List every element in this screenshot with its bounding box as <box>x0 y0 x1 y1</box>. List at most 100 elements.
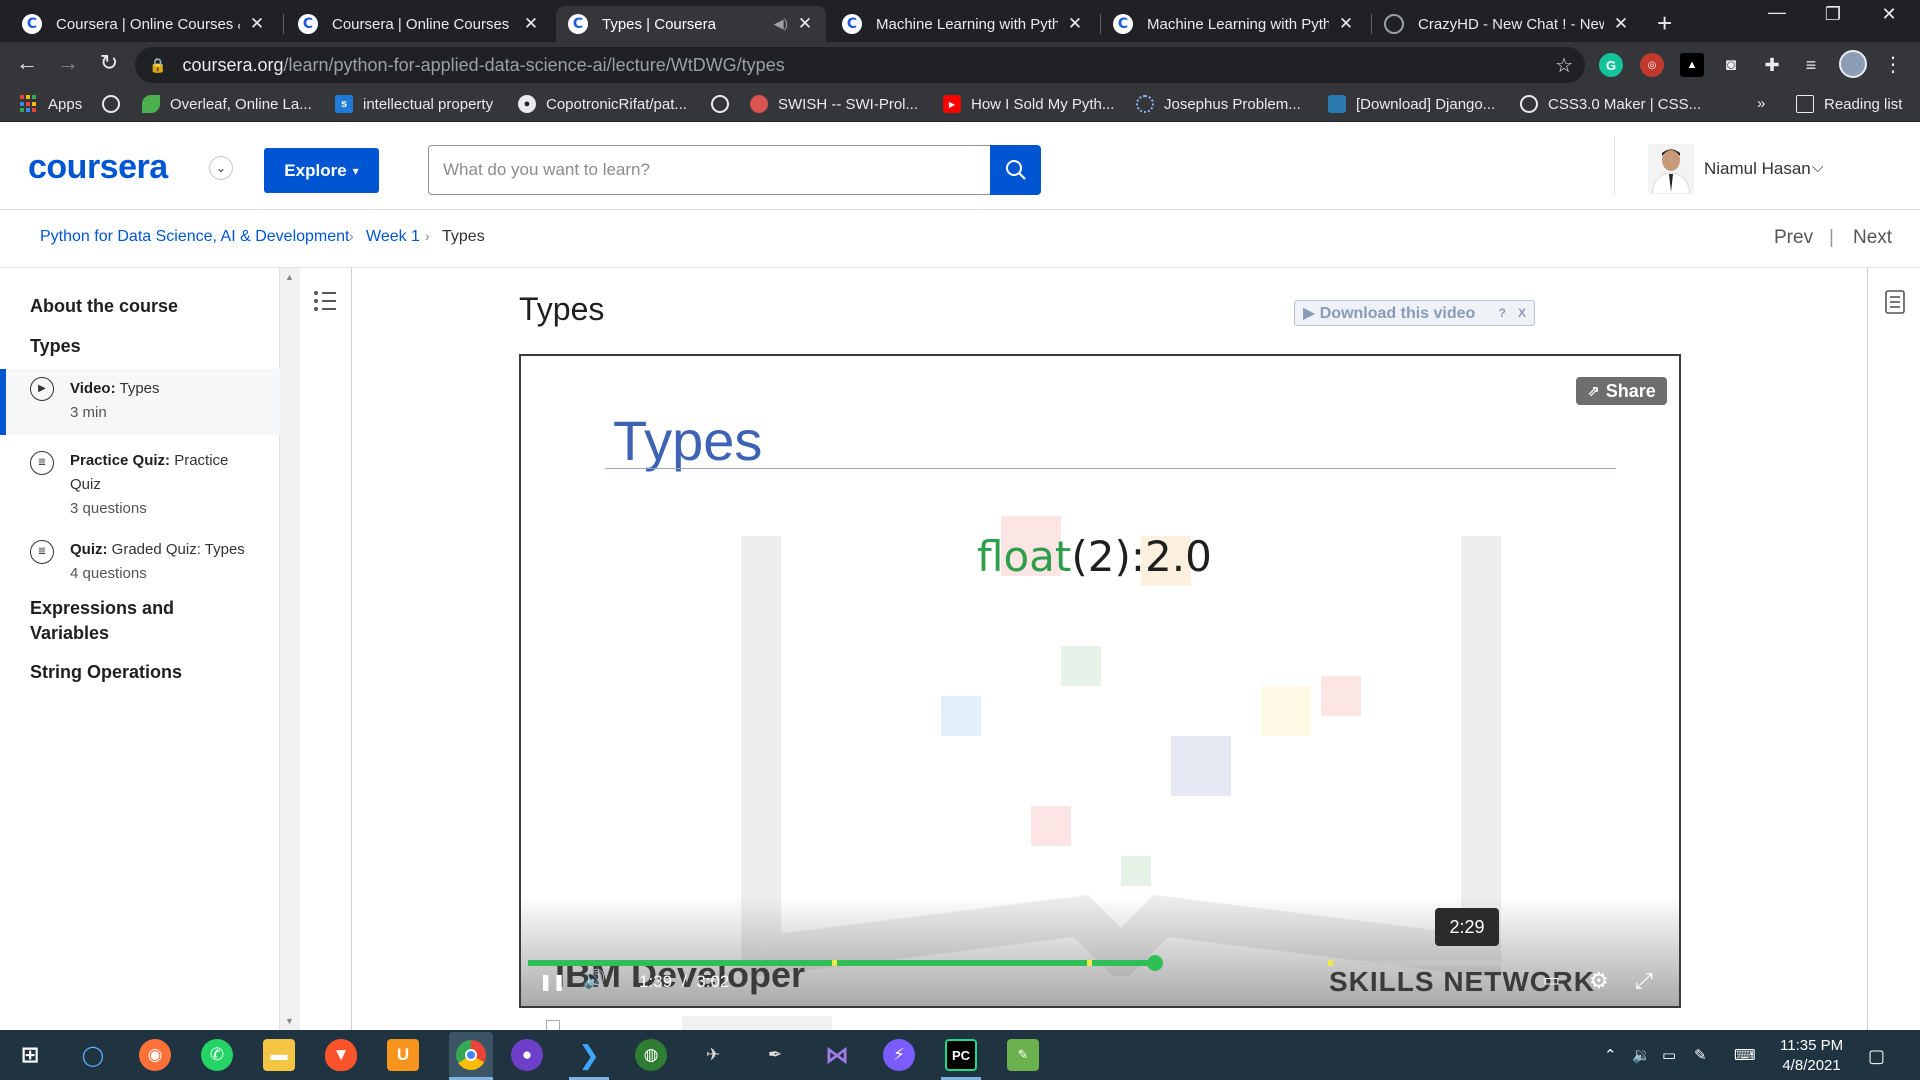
media-controls-icon[interactable]: ≡ <box>1799 53 1823 77</box>
tab-close-icon[interactable]: ✕ <box>522 14 540 34</box>
bookmark-youtube[interactable]: ▶ How I Sold My Pyth... <box>943 95 1114 113</box>
user-name[interactable]: Niamul Hasan <box>1704 159 1811 179</box>
volume-icon[interactable]: 🔊 <box>583 969 605 990</box>
below-video-tab[interactable] <box>682 1016 832 1030</box>
tab-close-icon[interactable]: ✕ <box>1337 14 1355 34</box>
sidebar-section-expressions[interactable]: Expressions and Variables <box>30 596 250 646</box>
user-avatar[interactable] <box>1648 144 1694 194</box>
search-button[interactable] <box>990 145 1041 195</box>
pen-tray-icon[interactable]: ✎ <box>1694 1046 1707 1064</box>
video-player[interactable]: Types float(2):2.0 ⇗ Share IBM Developer… <box>519 354 1681 1008</box>
browser-tab-1[interactable]: C Coursera | Online Courses & C ✕ <box>10 6 278 42</box>
system-clock[interactable]: 11:35 PM 4/8/2021 <box>1780 1036 1843 1076</box>
toggle-sidebar-button[interactable] <box>312 288 338 314</box>
notifications-icon[interactable]: ▢ <box>1868 1046 1885 1067</box>
share-button[interactable]: ⇗ Share <box>1576 377 1667 405</box>
bookmark-globe[interactable] <box>102 95 130 113</box>
minimize-icon[interactable]: — <box>1754 2 1800 23</box>
browser-tab-2[interactable]: C Coursera | Online Courses & C ✕ <box>286 6 552 42</box>
bookmark-star-icon[interactable]: ☆ <box>1555 53 1573 78</box>
download-video-button[interactable]: ▶ Download this video ? X <box>1294 300 1535 326</box>
tool-icon[interactable]: ✈ <box>697 1039 729 1071</box>
scroll-up-icon[interactable]: ▲ <box>285 272 294 282</box>
sidebar-section-strings[interactable]: String Operations <box>30 662 182 683</box>
breadcrumb-course[interactable]: Python for Data Science, AI & Developmen… <box>40 228 350 246</box>
browser-tab-6[interactable]: o CrazyHD - New Chat ! - New ✕ <box>1372 6 1642 42</box>
tab-close-icon[interactable]: ✕ <box>796 14 814 34</box>
tray-chevron-icon[interactable]: ⌃ <box>1604 1046 1617 1064</box>
window-close-icon[interactable]: ✕ <box>1866 4 1912 25</box>
video-progress-bar[interactable] <box>528 955 1674 971</box>
whatsapp-icon[interactable]: ✆ <box>201 1039 233 1071</box>
browser-tab-5[interactable]: C Machine Learning with Pytho ✕ <box>1101 6 1367 42</box>
bookmark-swish[interactable]: SWISH -- SWI-Prol... <box>750 95 918 113</box>
bookmarks-overflow-icon[interactable]: » <box>1757 95 1765 112</box>
windows-start-icon[interactable]: ⊞ <box>14 1039 46 1071</box>
bookmark-css-maker[interactable]: CSS3.0 Maker | CSS... <box>1520 95 1701 113</box>
audio-playing-icon[interactable]: ◀) <box>774 16 788 32</box>
tab-close-icon[interactable]: ✕ <box>248 14 266 34</box>
bookmark-globe[interactable] <box>711 95 739 113</box>
notes-button[interactable] <box>1885 290 1905 314</box>
new-tab-icon[interactable]: + <box>1657 8 1672 39</box>
progress-scrubber-handle[interactable] <box>1146 955 1163 971</box>
transcript-icon[interactable] <box>546 1020 560 1030</box>
firefox-icon[interactable]: ◉ <box>139 1039 171 1071</box>
address-bar[interactable]: 🔒 coursera.org /learn/python-for-applied… <box>135 47 1585 83</box>
earth-icon[interactable]: ◍ <box>635 1039 667 1071</box>
uc-browser-icon[interactable]: U <box>387 1039 419 1071</box>
extensions-puzzle-icon[interactable]: ✚ <box>1760 53 1784 77</box>
file-explorer-icon[interactable]: ▬ <box>263 1039 295 1071</box>
pycharm-icon[interactable]: PC <box>945 1039 977 1071</box>
bookmark-github[interactable]: ● CopotronicRifat/pat... <box>518 95 687 113</box>
browser-tab-4[interactable]: C Machine Learning with Pytho ✕ <box>830 6 1096 42</box>
search-icon[interactable]: ◯ <box>77 1039 109 1071</box>
tab-close-icon[interactable]: ✕ <box>1612 14 1630 34</box>
reload-icon[interactable]: ↻ <box>94 50 124 76</box>
chevron-down-icon[interactable]: ⌵ <box>1812 159 1823 176</box>
bookmark-josephus[interactable]: Josephus Problem... <box>1136 95 1301 113</box>
inkscape-icon[interactable]: ✒ <box>759 1039 791 1071</box>
bookmark-django[interactable]: [Download] Django... <box>1328 95 1495 113</box>
network-tray-icon[interactable]: ▭ <box>1662 1046 1676 1064</box>
grammarly-extension-icon[interactable]: G <box>1599 53 1623 77</box>
fullscreen-icon[interactable]: ⤢ <box>1635 968 1653 994</box>
volume-tray-icon[interactable]: 🔉 <box>1632 1046 1651 1064</box>
pause-icon[interactable]: ❚❚ <box>539 972 566 992</box>
brave-icon[interactable]: ▼ <box>325 1039 357 1071</box>
chrome-taskbar-button[interactable] <box>449 1032 493 1078</box>
bookmark-apps[interactable]: Apps <box>20 95 82 113</box>
sidebar-item-video-types[interactable]: ▶ Video: Types 3 min <box>0 369 280 435</box>
keyboard-tray-icon[interactable]: ⌨ <box>1734 1046 1756 1064</box>
prev-button[interactable]: Prev <box>1774 227 1813 249</box>
visual-studio-icon[interactable]: ⋈ <box>821 1039 853 1071</box>
search-input[interactable] <box>428 145 991 195</box>
settings-gear-icon[interactable]: ⚙ <box>1589 968 1609 994</box>
sidebar-item-practice-quiz[interactable]: ≣ Practice Quiz: Practice Quiz 3 questio… <box>0 443 280 527</box>
coursera-logo[interactable]: coursera <box>28 148 168 187</box>
captions-icon[interactable]: ▭ <box>1543 970 1560 991</box>
lock-icon[interactable]: 🔒 <box>149 57 166 74</box>
close-icon[interactable]: X <box>1518 306 1526 320</box>
reading-list-button[interactable]: Reading list <box>1796 95 1902 113</box>
tab-close-icon[interactable]: ✕ <box>1066 14 1084 34</box>
explore-button[interactable]: Explore ▾ <box>264 148 379 193</box>
forward-icon[interactable]: → <box>53 50 83 76</box>
scroll-down-icon[interactable]: ▼ <box>285 1016 294 1026</box>
sidebar-section-types[interactable]: Types <box>30 336 81 357</box>
sidebar-item-graded-quiz[interactable]: ≣ Quiz: Graded Quiz: Types 4 questions <box>0 532 280 592</box>
profile-avatar-icon[interactable] <box>1839 50 1867 78</box>
messenger-icon[interactable]: ⚡ <box>883 1039 915 1071</box>
back-icon[interactable]: ← <box>12 50 42 76</box>
notepad-icon[interactable]: ✎ <box>1007 1039 1039 1071</box>
extension-icon[interactable]: ◎ <box>1640 53 1664 77</box>
bookmark-intellectual-property[interactable]: s intellectual property <box>335 95 493 113</box>
browser-tab-active[interactable]: C Types | Coursera ◀) ✕ <box>556 6 826 42</box>
extension-icon[interactable]: ▲ <box>1680 53 1704 77</box>
browser-menu-icon[interactable]: ⋮ <box>1883 52 1903 77</box>
help-icon[interactable]: ? <box>1499 306 1506 320</box>
restore-icon[interactable]: ❐ <box>1810 4 1856 25</box>
github-desktop-icon[interactable]: ● <box>511 1039 543 1071</box>
next-button[interactable]: Next <box>1853 227 1892 249</box>
camera-extension-icon[interactable]: ◙ <box>1719 53 1743 77</box>
